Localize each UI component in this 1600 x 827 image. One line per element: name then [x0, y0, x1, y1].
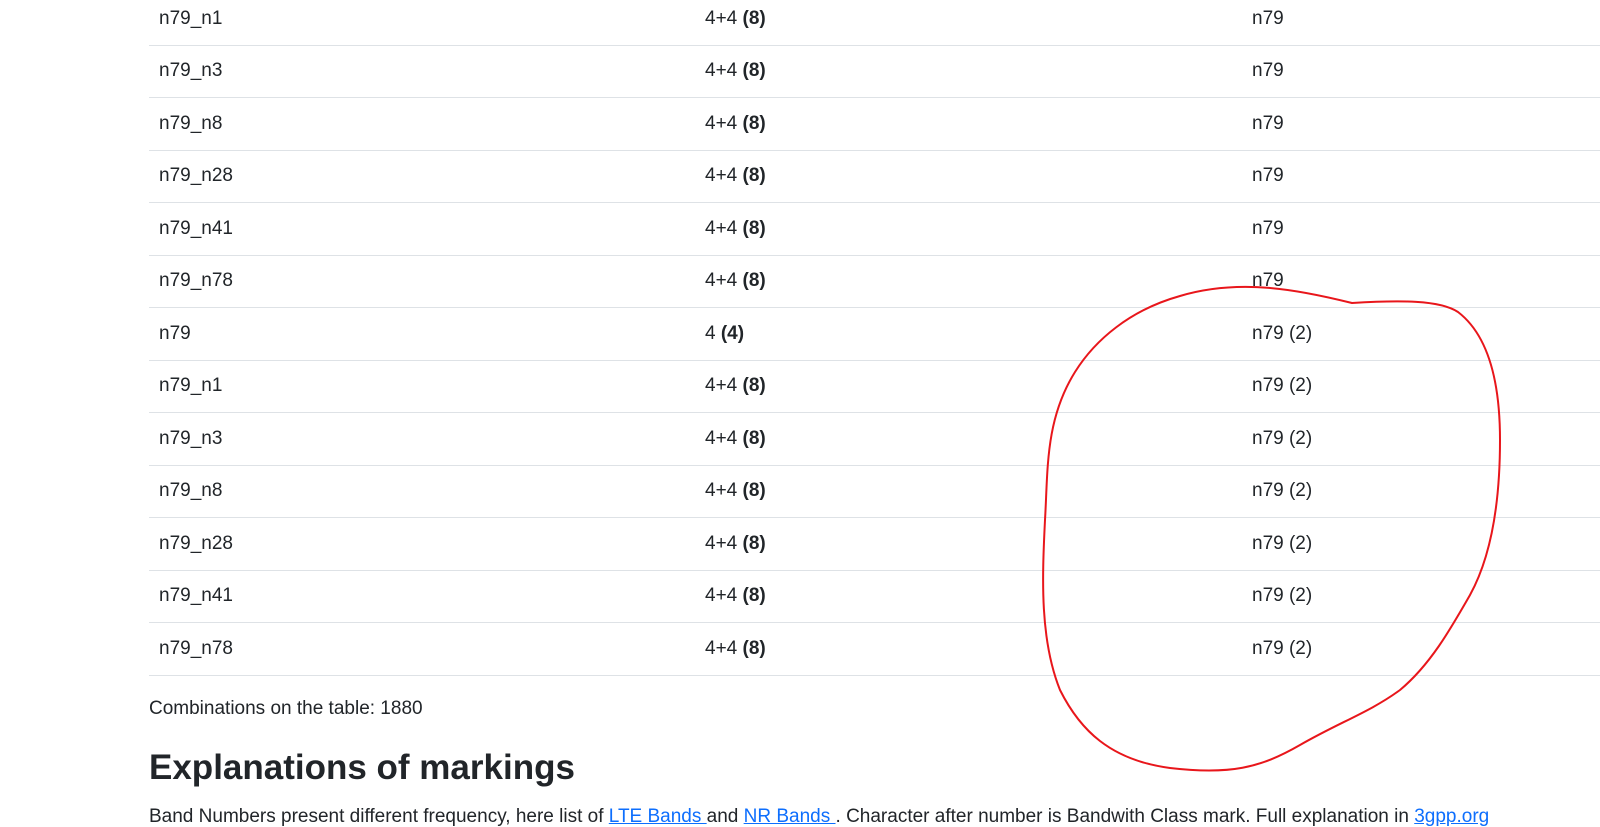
- mimo-sum: 4+4: [705, 427, 738, 449]
- mimo-total: (8): [742, 7, 766, 29]
- band-cell: n79: [1242, 202, 1600, 256]
- band-cell: n79 (2): [1242, 570, 1600, 623]
- mimo-sum: 4+4: [705, 60, 738, 82]
- mimo-cell: 4+4 (8): [695, 97, 1242, 151]
- mimo-total: (8): [742, 585, 766, 607]
- combination-cell: n79_n28: [149, 150, 695, 203]
- band-cell: n79 (2): [1242, 622, 1600, 676]
- mimo-cell: 4+4 (8): [695, 360, 1242, 413]
- table-row: n79_n28 4+4 (8) n79 (2): [149, 517, 1600, 571]
- combination-cell: n79: [149, 307, 695, 361]
- mimo-cell: 4+4 (8): [695, 255, 1242, 308]
- explanations-heading: Explanations of markings: [149, 748, 575, 787]
- combination-cell: n79_n78: [149, 622, 695, 676]
- table-row: n79_n78 4+4 (8) n79 (2): [149, 622, 1600, 676]
- mimo-total: (4): [720, 322, 745, 344]
- mimo-total: (8): [742, 637, 766, 659]
- nr-bands-link[interactable]: NR Bands: [744, 806, 836, 827]
- mimo-sum: 4+4: [705, 165, 738, 187]
- combination-cell: n79_n8: [149, 465, 695, 518]
- combination-cell: n79_n28: [149, 517, 695, 571]
- mimo-total: (8): [742, 112, 766, 134]
- table-row: n79_n41 4+4 (8) n79 (2): [149, 570, 1600, 623]
- mimo-sum: 4: [705, 322, 716, 344]
- mimo-cell: 4+4 (8): [695, 45, 1242, 98]
- combination-cell: n79_n1: [149, 0, 695, 46]
- combinations-count: Combinations on the table: 1880: [149, 698, 423, 719]
- mimo-sum: 4+4: [705, 532, 738, 554]
- band-combinations-table: n79_n1 4+4 (8) n79 n79_n3 4+4 (8) n79 n79_n8 4+…: [149, 0, 1600, 676]
- combination-cell: n79_n1: [149, 360, 695, 413]
- explanation-text-after: . Character after number is Bandwith Cla…: [835, 806, 1415, 827]
- table-row: n79_n3 4+4 (8) n79: [149, 45, 1600, 98]
- mimo-cell: 4+4 (8): [695, 150, 1242, 203]
- mimo-sum: 4+4: [705, 112, 738, 134]
- band-cell: n79 (2): [1242, 517, 1600, 571]
- mimo-sum: 4+4: [705, 270, 738, 292]
- mimo-sum: 4+4: [705, 585, 738, 607]
- table-body: n79_n1 4+4 (8) n79 n79_n3 4+4 (8) n79 n79_n8 4+…: [149, 0, 1600, 676]
- band-cell: n79: [1242, 255, 1600, 308]
- mimo-sum: 4+4: [705, 375, 738, 397]
- table-row: n79_n41 4+4 (8) n79: [149, 202, 1600, 256]
- mimo-total: (8): [742, 165, 766, 187]
- mimo-cell: 4 (4): [695, 307, 1242, 361]
- table-row: n79_n1 4+4 (8) n79: [149, 0, 1600, 46]
- band-cell: n79: [1242, 97, 1600, 151]
- table-row: n79 4 (4) n79 (2): [149, 307, 1600, 361]
- mimo-total: (8): [742, 375, 766, 397]
- combination-cell: n79_n41: [149, 202, 695, 256]
- band-cell: n79: [1242, 150, 1600, 203]
- mimo-cell: 4+4 (8): [695, 0, 1242, 46]
- table-row: n79_n78 4+4 (8) n79: [149, 255, 1600, 308]
- mimo-sum: 4+4: [705, 7, 738, 29]
- mimo-cell: 4+4 (8): [695, 202, 1242, 256]
- combination-cell: n79_n41: [149, 570, 695, 623]
- band-cell: n79 (2): [1242, 307, 1600, 361]
- 3gpp-link[interactable]: 3gpp.org: [1414, 806, 1489, 827]
- mimo-cell: 4+4 (8): [695, 412, 1242, 466]
- explanation-text-and: and: [706, 806, 744, 827]
- mimo-total: (8): [742, 270, 766, 292]
- table-row: n79_n28 4+4 (8) n79: [149, 150, 1600, 203]
- page-content: n79_n1 4+4 (8) n79 n79_n3 4+4 (8) n79 n79_n8 4+…: [149, 0, 1600, 827]
- table-row: n79_n8 4+4 (8) n79: [149, 97, 1600, 151]
- lte-bands-link[interactable]: LTE Bands: [609, 806, 707, 827]
- combination-cell: n79_n3: [149, 45, 695, 98]
- mimo-sum: 4+4: [705, 480, 738, 502]
- band-cell: n79 (2): [1242, 465, 1600, 518]
- mimo-total: (8): [742, 427, 766, 449]
- mimo-cell: 4+4 (8): [695, 570, 1242, 623]
- combination-cell: n79_n78: [149, 255, 695, 308]
- table-row: n79_n8 4+4 (8) n79 (2): [149, 465, 1600, 518]
- explanations-paragraph: Band Numbers present different frequency…: [149, 805, 1600, 827]
- band-cell: n79: [1242, 45, 1600, 98]
- mimo-sum: 4+4: [705, 637, 738, 659]
- mimo-sum: 4+4: [705, 217, 738, 239]
- mimo-cell: 4+4 (8): [695, 465, 1242, 518]
- band-cell: n79 (2): [1242, 360, 1600, 413]
- band-cell: n79: [1242, 0, 1600, 46]
- mimo-total: (8): [742, 532, 766, 554]
- mimo-total: (8): [742, 60, 766, 82]
- explanation-text-before: Band Numbers present different frequency…: [149, 806, 609, 827]
- table-row: n79_n3 4+4 (8) n79 (2): [149, 412, 1600, 466]
- mimo-total: (8): [742, 480, 766, 502]
- mimo-cell: 4+4 (8): [695, 622, 1242, 676]
- combination-cell: n79_n3: [149, 412, 695, 466]
- table-row: n79_n1 4+4 (8) n79 (2): [149, 360, 1600, 413]
- mimo-cell: 4+4 (8): [695, 517, 1242, 571]
- band-cell: n79 (2): [1242, 412, 1600, 466]
- mimo-total: (8): [742, 217, 766, 239]
- combination-cell: n79_n8: [149, 97, 695, 151]
